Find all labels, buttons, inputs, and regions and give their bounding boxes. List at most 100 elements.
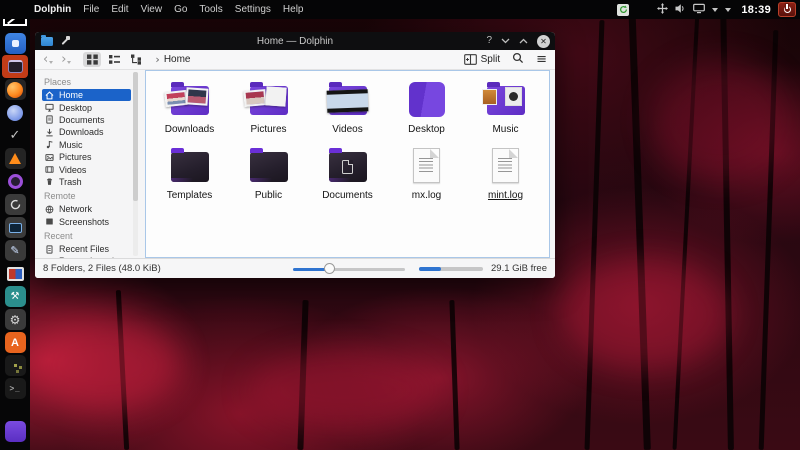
clock[interactable]: 18:39 <box>741 4 771 16</box>
folder-videos-icon <box>321 77 375 123</box>
sidebar-item-downloads[interactable]: Downloads <box>42 126 131 138</box>
file-item-music[interactable]: Music <box>466 77 545 135</box>
section-title-places: Places <box>44 77 139 87</box>
photo-viewer-icon <box>7 267 24 281</box>
titlebar[interactable]: Home — Dolphin ? ✕ <box>35 32 555 50</box>
dock: X ✓ ✎ ⚒ ⚙ A >_ <box>0 0 30 450</box>
text-editor-icon: ✎ <box>5 240 26 261</box>
home-icon <box>45 91 54 100</box>
window-title: Home — Dolphin <box>35 36 555 47</box>
tree-trunk <box>449 300 459 450</box>
dock-item-font-viewer[interactable]: A <box>2 331 28 354</box>
system-tray: 18:39 <box>617 0 796 19</box>
help-button[interactable]: ? <box>486 36 492 46</box>
mx-tools-icon: ⚒ <box>5 286 26 307</box>
dock-item-system-settings[interactable]: ⚙ <box>2 308 28 331</box>
move-tray-icon[interactable] <box>657 1 668 19</box>
details-view-button[interactable] <box>105 52 123 67</box>
updates-tray-icon[interactable] <box>617 4 629 16</box>
dock-item-text-editor[interactable]: ✎ <box>2 239 28 262</box>
foliage-blob <box>560 260 730 370</box>
volume-tray-icon[interactable] <box>675 1 686 19</box>
screen-icon <box>45 217 54 226</box>
dock-item-mx-tools[interactable]: ⚒ <box>2 285 28 308</box>
menu-item-edit[interactable]: Edit <box>111 4 128 15</box>
split-button[interactable]: Split <box>464 54 500 65</box>
minimize-button[interactable] <box>501 38 510 44</box>
dock-item-photo-viewer[interactable] <box>2 262 28 285</box>
forward-button[interactable]: › <box>61 54 71 65</box>
menu-item-go[interactable]: Go <box>174 4 187 15</box>
trash-icon <box>45 177 54 186</box>
dock-item-updates-check[interactable]: ✓ <box>2 124 28 147</box>
sidebar-item-music[interactable]: Music <box>42 139 131 151</box>
file-view[interactable]: Downloads Pictures Videos Desktop Music <box>145 70 550 258</box>
utility-icon <box>5 355 26 376</box>
menu-app-name[interactable]: Dolphin <box>34 4 71 15</box>
video-icon <box>45 165 54 174</box>
file-item-downloads[interactable]: Downloads <box>150 77 229 135</box>
desktop-icon <box>45 103 54 112</box>
panel-expand-icon[interactable] <box>725 8 731 12</box>
menu-item-tools[interactable]: Tools <box>199 4 222 15</box>
dock-item-recorder[interactable] <box>2 193 28 216</box>
sidebar-item-videos[interactable]: Videos <box>42 163 131 175</box>
sidebar-item-network[interactable]: Network <box>42 203 131 215</box>
file-item-mint-log[interactable]: mint.log <box>466 143 545 201</box>
icons-view-button[interactable] <box>83 52 101 67</box>
folder-templates-icon <box>163 143 217 189</box>
sidebar-item-screenshots[interactable]: Screenshots <box>42 216 131 228</box>
gear-icon: ⚙ <box>5 309 26 330</box>
power-icon <box>784 6 791 13</box>
sidebar-item-home[interactable]: Home <box>42 89 131 101</box>
breadcrumb-home[interactable]: Home <box>164 54 191 65</box>
download-icon <box>45 128 54 137</box>
close-button[interactable]: ✕ <box>537 35 550 48</box>
power-button[interactable] <box>778 2 796 17</box>
dock-item-display-capture[interactable] <box>2 216 28 239</box>
foliage-blob <box>30 320 180 410</box>
sidebar-item-pictures[interactable]: Pictures <box>42 151 131 163</box>
folder-summary: 8 Folders, 2 Files (48.0 KiB) <box>43 263 161 274</box>
menu-item-help[interactable]: Help <box>283 4 304 15</box>
dock-item-vlc[interactable] <box>2 147 28 170</box>
zoom-slider-handle[interactable] <box>324 263 335 274</box>
dock-item-browser[interactable] <box>2 101 28 124</box>
dock-item-media-player[interactable] <box>2 170 28 193</box>
menu-item-file[interactable]: File <box>83 4 99 15</box>
browser-icon <box>7 105 23 121</box>
file-item-desktop[interactable]: Desktop <box>387 77 466 135</box>
zoom-slider[interactable] <box>293 263 405 274</box>
display-tray-icon[interactable] <box>693 1 705 19</box>
maximize-button[interactable] <box>519 38 528 44</box>
back-button[interactable]: ‹ <box>43 54 53 65</box>
recent-file-icon <box>45 245 54 254</box>
menu-item-view[interactable]: View <box>141 4 163 15</box>
sidebar-item-documents[interactable]: Documents <box>42 114 131 126</box>
file-item-mx-log[interactable]: mx.log <box>387 143 466 201</box>
panel-expand-icon[interactable] <box>712 8 718 12</box>
sidebar-item-trash[interactable]: Trash <box>42 176 131 188</box>
file-item-templates[interactable]: Templates <box>150 143 229 201</box>
sidebar-scrollbar[interactable] <box>133 72 138 256</box>
dock-item-utility[interactable] <box>2 354 28 377</box>
search-icon[interactable] <box>512 52 524 67</box>
window-body: Places Home Desktop Documents Downloads … <box>35 70 555 258</box>
file-item-public[interactable]: Public <box>229 143 308 201</box>
dock-item-dolphin-active[interactable] <box>2 55 28 78</box>
text-file-icon <box>479 143 533 189</box>
file-item-pictures[interactable]: Pictures <box>229 77 308 135</box>
dock-item-firefox[interactable] <box>2 78 28 101</box>
file-item-videos[interactable]: Videos <box>308 77 387 135</box>
tree-view-button[interactable] <box>127 52 145 67</box>
dock-item-software-store[interactable] <box>2 32 28 55</box>
dock-item-terminal[interactable]: >_ <box>2 377 28 400</box>
sidebar-item-desktop[interactable]: Desktop <box>42 101 131 113</box>
breadcrumb-chevron-icon: › <box>155 53 159 66</box>
file-item-documents[interactable]: Documents <box>308 143 387 201</box>
menu-item-settings[interactable]: Settings <box>235 4 271 15</box>
sidebar-item-recent-files[interactable]: Recent Files <box>42 243 131 255</box>
firefox-icon <box>5 79 26 100</box>
dock-item-user-folder[interactable] <box>2 420 28 443</box>
menu-icon[interactable]: ≡ <box>536 52 547 67</box>
